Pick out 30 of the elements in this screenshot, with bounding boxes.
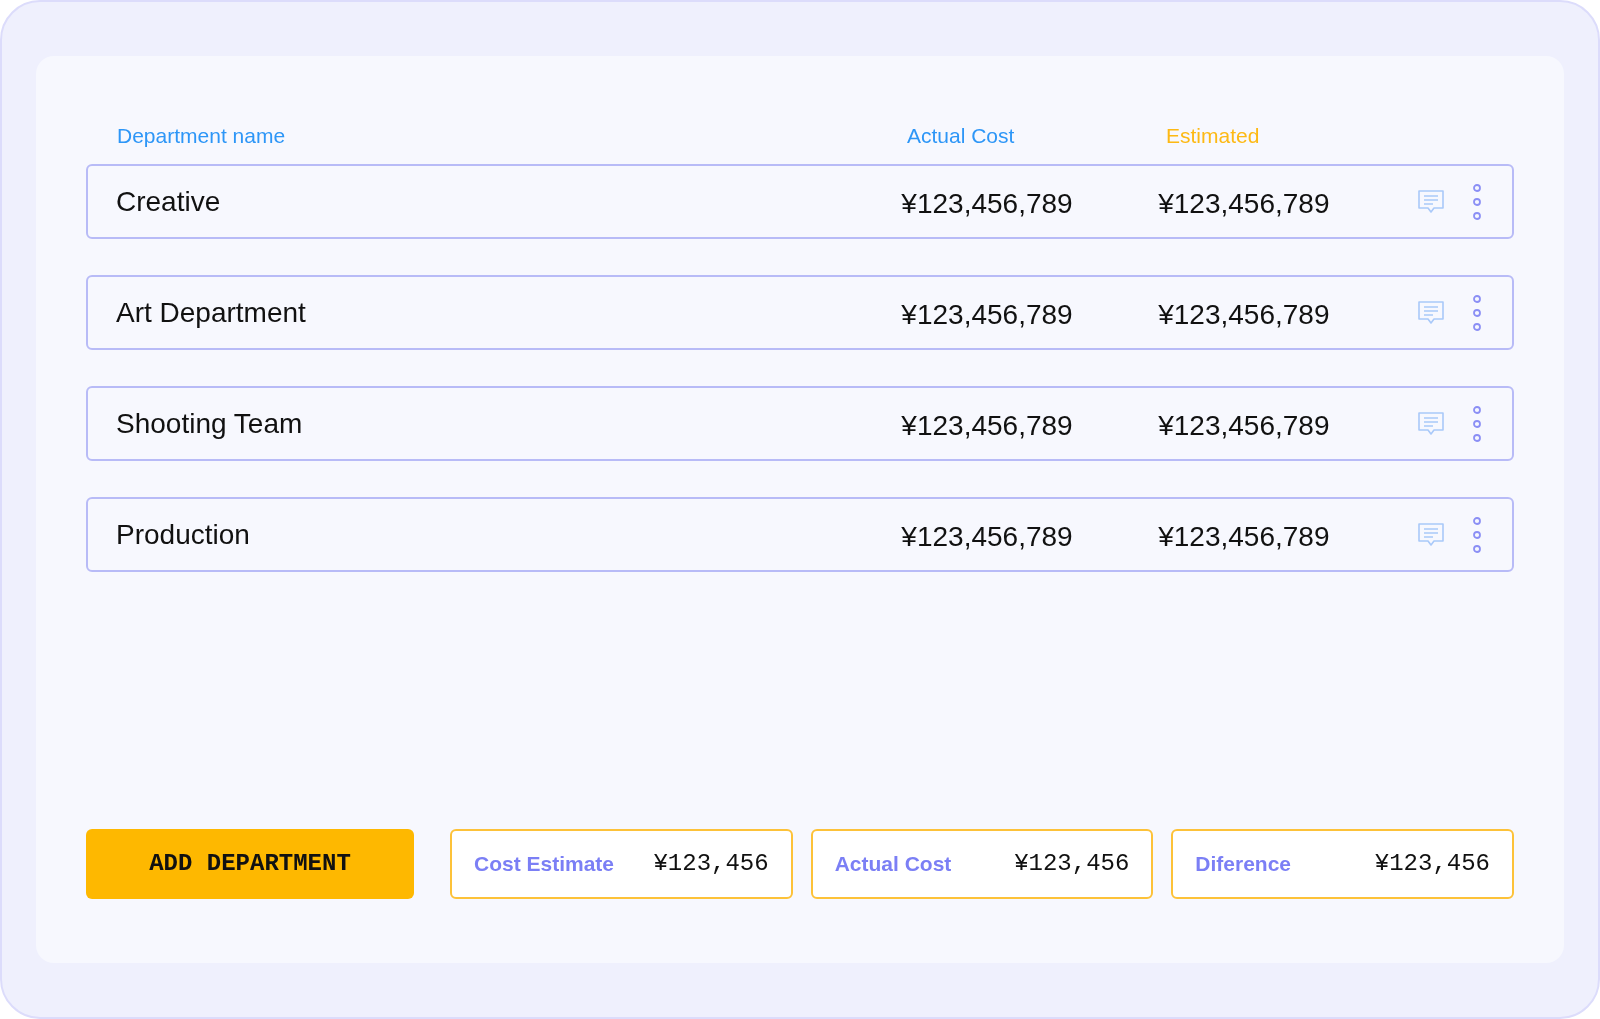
actual-cost: ¥123,456,789 (901, 297, 1074, 332)
estimated-cost: ¥123,456,789 (1158, 519, 1331, 554)
column-header: Actual Cost (907, 123, 1016, 150)
estimated-cost: ¥123,456,789 (1158, 297, 1331, 332)
department-row[interactable]: Shooting Team ¥123,456,789 ¥123,456,789 (86, 386, 1514, 461)
department-row[interactable]: Production ¥123,456,789 ¥123,456,789 (86, 497, 1514, 572)
summary-value: ¥123,456 (653, 849, 769, 879)
summary-value: ¥123,456 (1374, 849, 1490, 879)
department-name: Production (116, 517, 251, 552)
department-name: Art Department (116, 295, 307, 330)
actual-cost: ¥123,456,789 (901, 186, 1074, 221)
summary-label: Diference (1195, 851, 1292, 878)
actual-cost: ¥123,456,789 (901, 408, 1074, 443)
more-options-icon[interactable] (1472, 515, 1482, 554)
more-options-icon[interactable] (1472, 182, 1482, 221)
summary-label: Actual Cost (834, 851, 952, 878)
summary-value: ¥123,456 (1014, 849, 1130, 879)
estimated-cost: ¥123,456,789 (1158, 186, 1331, 221)
department-row[interactable]: Creative ¥123,456,789 ¥123,456,789 (86, 164, 1514, 239)
estimated-cost: ¥123,456,789 (1158, 408, 1331, 443)
department-name: Shooting Team (116, 406, 304, 441)
department-row[interactable]: Art Department ¥123,456,789 ¥123,456,789 (86, 275, 1514, 350)
column-header: Department name (117, 123, 287, 150)
actual-cost: ¥123,456,789 (901, 519, 1074, 554)
column-header: Estimated (1166, 123, 1260, 150)
add-department-button[interactable]: ADD DEPARTMENT (86, 829, 414, 899)
summary-label: Cost Estimate (474, 851, 615, 878)
more-options-icon[interactable] (1472, 293, 1482, 332)
more-options-icon[interactable] (1472, 404, 1482, 443)
department-name: Creative (116, 184, 222, 219)
